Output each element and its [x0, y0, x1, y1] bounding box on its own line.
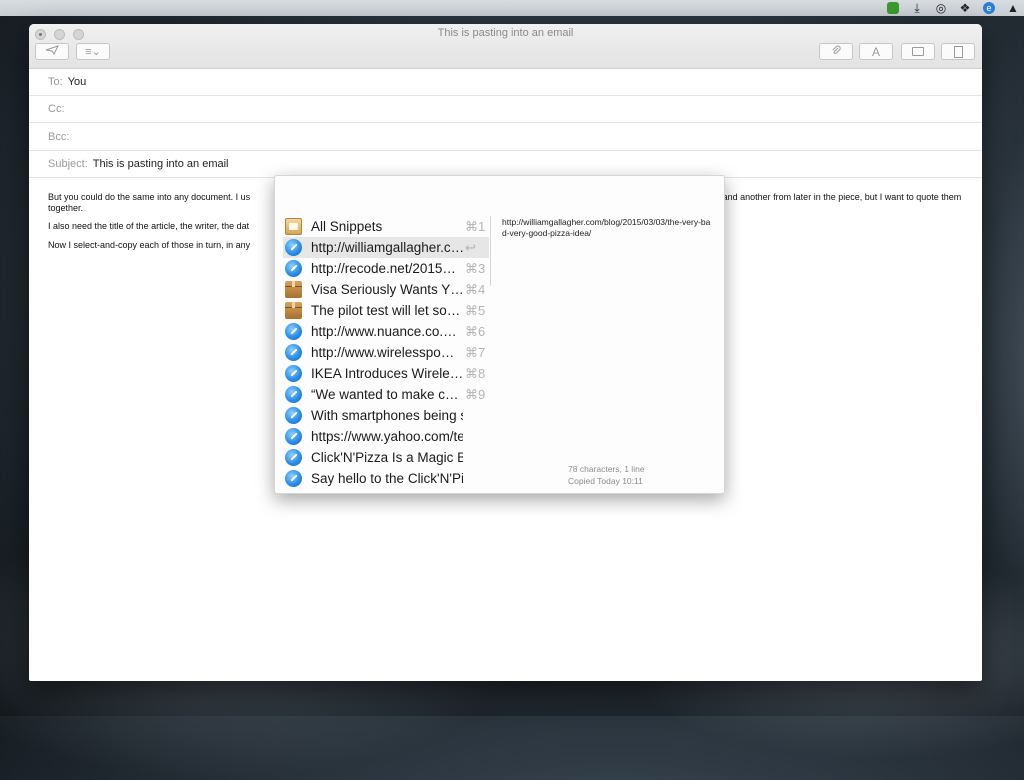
- notification-icon[interactable]: ▲: [1006, 1, 1020, 15]
- safari-icon: [285, 365, 302, 382]
- clip-preview: http://williamgallagher.com/blog/2015/03…: [502, 217, 711, 238]
- cc-field[interactable]: Cc:: [29, 96, 982, 123]
- package-icon: [285, 281, 302, 298]
- safari-icon: [285, 239, 302, 256]
- clip-item[interactable]: https://www.yahoo.com/tec…: [283, 426, 489, 447]
- clip-item-label: http://www.wirelesspo…: [311, 345, 455, 360]
- character-count: 78 characters, 1 line: [568, 464, 645, 474]
- clip-item-label: Visa Seriously Wants Y…: [311, 282, 463, 297]
- copied-time: Copied Today 10:11: [568, 476, 643, 486]
- stationery-icon: [953, 45, 963, 58]
- to-field[interactable]: To: You: [29, 69, 982, 96]
- safari-icon: [285, 386, 302, 403]
- safari-icon: [285, 323, 302, 340]
- clip-item-label: http://recode.net/2015…: [311, 261, 456, 276]
- divider: [490, 216, 491, 286]
- to-label: To:: [48, 76, 63, 88]
- clip-item-label: All Snippets: [311, 219, 383, 234]
- evernote-icon[interactable]: [886, 1, 900, 15]
- to-recipient[interactable]: You: [68, 76, 87, 88]
- snippets-icon: [285, 218, 302, 235]
- clip-item[interactable]: The pilot test will let so… ⌘5: [283, 300, 489, 321]
- clip-item-label: The pilot test will let so…: [311, 303, 461, 318]
- body-text-start: But you could do the same into any docum…: [48, 192, 251, 202]
- body-text-start: I also need the title of the article, th…: [48, 221, 250, 231]
- subject-label: Subject:: [48, 158, 88, 170]
- paperclip-icon: [831, 45, 841, 59]
- list-icon: ≡⌄: [85, 46, 101, 58]
- package-icon: [285, 302, 302, 319]
- clip-item-label: With smartphones being su…: [311, 408, 463, 423]
- stationery-button[interactable]: [941, 43, 975, 60]
- ecamm-icon[interactable]: e: [982, 1, 996, 15]
- safari-icon: [285, 470, 302, 487]
- format-button[interactable]: A: [859, 43, 893, 60]
- clip-item[interactable]: http://recode.net/2015… ⌘3: [283, 258, 489, 279]
- clip-item[interactable]: All Snippets ⌘1: [283, 216, 489, 237]
- header-fields-button[interactable]: ≡⌄: [76, 43, 110, 60]
- subject-value[interactable]: This is pasting into an email: [93, 158, 229, 170]
- photo-browser-icon: [912, 47, 924, 56]
- clip-item[interactable]: With smartphones being su…: [283, 405, 489, 426]
- clip-item[interactable]: Visa Seriously Wants Y… ⌘4: [283, 279, 489, 300]
- clip-item-shortcut: ⌘4: [465, 281, 486, 297]
- clip-item-shortcut: ⌘6: [465, 323, 486, 339]
- clip-item-label: “We wanted to make c…: [311, 387, 459, 402]
- clip-item-shortcut: ⌘8: [465, 365, 486, 381]
- menu-bar-extras: ⤓ ◎ ❖ e ▲: [886, 0, 1020, 16]
- clip-item[interactable]: “We wanted to make c… ⌘9: [283, 384, 489, 405]
- clip-item[interactable]: http://www.nuance.co.… ⌘6: [283, 321, 489, 342]
- menu-bar: ⤓ ◎ ❖ e ▲: [0, 0, 1024, 16]
- clip-item-label: https://www.yahoo.com/tec…: [311, 429, 463, 444]
- creative-cloud-icon[interactable]: ◎: [934, 1, 948, 15]
- safari-icon: [285, 407, 302, 424]
- clip-item[interactable]: Click'N'Pizza Is a Magic But…: [283, 447, 489, 468]
- clip-item-shortcut: ⌘7: [465, 344, 486, 360]
- paper-plane-icon: [45, 45, 59, 58]
- clip-item-shortcut: ↩: [465, 239, 476, 255]
- clip-item-label: IKEA Introduces Wirele…: [311, 366, 463, 381]
- attach-button[interactable]: [819, 43, 853, 60]
- safari-icon: [285, 344, 302, 361]
- window-title: This is pasting into an email: [437, 27, 574, 39]
- bcc-label: Bcc:: [48, 131, 70, 143]
- clip-item[interactable]: Say hello to the Click'N'Pizz…: [283, 468, 489, 489]
- clip-meta: 78 characters, 1 line Copied Today 10:11: [568, 463, 645, 487]
- clip-item-label: Click'N'Pizza Is a Magic But…: [311, 450, 463, 465]
- safari-icon: [285, 428, 302, 445]
- dropbox-icon[interactable]: ❖: [958, 1, 972, 15]
- clip-item-shortcut: ⌘9: [465, 386, 486, 402]
- clip-item-label: Say hello to the Click'N'Pizz…: [311, 471, 463, 486]
- download-icon[interactable]: ⤓: [910, 1, 924, 15]
- bcc-field[interactable]: Bcc:: [29, 124, 982, 151]
- clip-item-label: http://williamgallagher.c…: [311, 240, 463, 255]
- send-button[interactable]: [35, 43, 69, 60]
- clipboard-history-popup: All Snippets ⌘1 http://williamgallagher.c……: [274, 175, 725, 494]
- safari-icon: [285, 260, 302, 277]
- clip-item-shortcut: ⌘5: [465, 302, 486, 318]
- subject-field[interactable]: Subject: This is pasting into an email: [29, 151, 982, 178]
- clip-item[interactable]: http://williamgallagher.c… ↩: [283, 237, 489, 258]
- clip-item-shortcut: ⌘1: [465, 218, 486, 234]
- cc-label: Cc:: [48, 103, 65, 115]
- body-text-start: Now I select-and-copy each of those in t…: [48, 239, 251, 250]
- clip-list: All Snippets ⌘1 http://williamgallagher.c……: [283, 216, 489, 489]
- title-bar: This is pasting into an email ≡⌄ A: [29, 24, 982, 69]
- clip-item[interactable]: http://www.wirelesspo… ⌘7: [283, 342, 489, 363]
- clip-item-shortcut: ⌘3: [465, 260, 486, 276]
- wallpaper-streak: [980, 120, 1024, 620]
- photo-browser-button[interactable]: [901, 43, 935, 60]
- safari-icon: [285, 449, 302, 466]
- clip-item[interactable]: IKEA Introduces Wirele… ⌘8: [283, 363, 489, 384]
- clip-item-label: http://www.nuance.co.…: [311, 324, 457, 339]
